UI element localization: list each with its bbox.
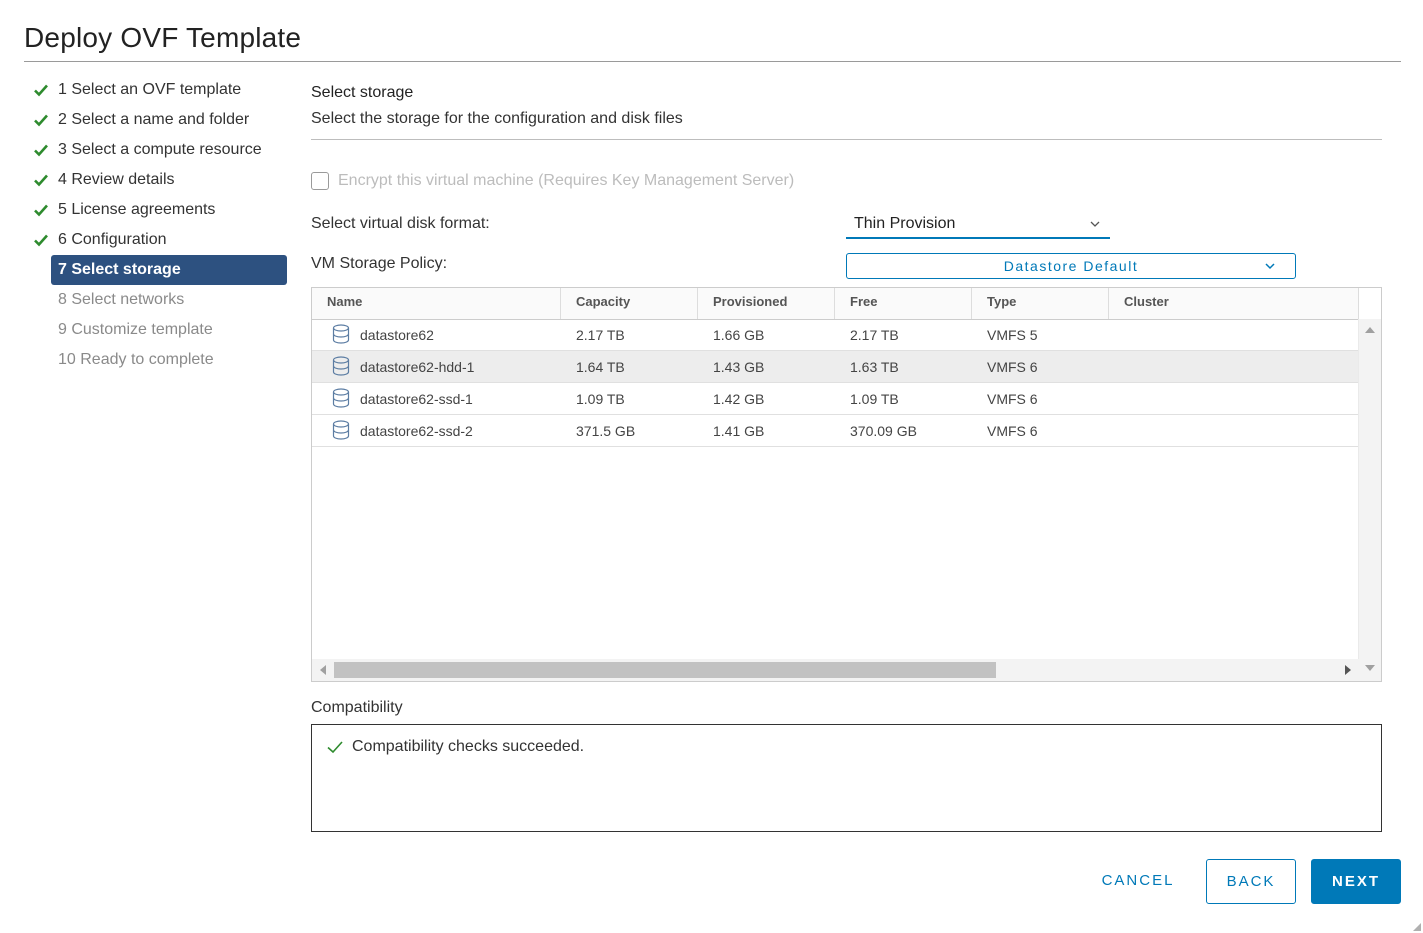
step-label: 7 Select storage (58, 261, 181, 278)
cell-provisioned: 1.42 GB (713, 391, 765, 407)
disk-format-label: Select virtual disk format: (311, 215, 490, 232)
database-icon (332, 356, 350, 376)
storage-policy-select[interactable]: Datastore Default (846, 253, 1296, 279)
datastore-name: datastore62-ssd-2 (360, 423, 473, 439)
step-7-active[interactable]: 7 Select storage (51, 255, 287, 285)
scroll-left-icon[interactable] (320, 665, 326, 675)
datastore-table: Name Capacity Provisioned Free Type Clus… (311, 287, 1382, 682)
step-10: 10 Ready to complete (30, 345, 290, 375)
database-icon (332, 324, 350, 344)
title-divider (24, 61, 1401, 62)
check-icon (327, 741, 343, 754)
compatibility-label: Compatibility (311, 699, 403, 716)
encrypt-option: Encrypt this virtual machine (Requires K… (311, 172, 794, 190)
chevron-down-icon (1265, 263, 1275, 270)
column-header-capacity[interactable]: Capacity (561, 288, 698, 319)
encrypt-checkbox[interactable] (311, 172, 329, 190)
scroll-right-icon[interactable] (1345, 665, 1351, 675)
column-header-cluster[interactable]: Cluster (1109, 288, 1359, 319)
page-subtitle: Select the storage for the configuration… (311, 110, 683, 127)
cell-cluster (1109, 351, 1124, 383)
cell-free: 1.09 TB (850, 391, 899, 407)
scroll-down-icon[interactable] (1365, 665, 1375, 671)
scroll-up-icon[interactable] (1365, 327, 1375, 333)
step-label: 3 Select a compute resource (58, 141, 262, 158)
step-label: 1 Select an OVF template (58, 81, 242, 98)
step-3[interactable]: 3 Select a compute resource (30, 135, 290, 165)
table-row[interactable]: datastore62-ssd-1 1.09 TB 1.42 GB 1.09 T… (312, 383, 1359, 415)
storage-policy-label: VM Storage Policy: (311, 255, 448, 272)
encrypt-label: Encrypt this virtual machine (Requires K… (338, 172, 795, 189)
step-label: 8 Select networks (58, 291, 185, 308)
step-label: 2 Select a name and folder (58, 111, 250, 128)
cell-cluster (1109, 319, 1124, 351)
back-button[interactable]: BACK (1206, 859, 1296, 904)
check-icon (34, 204, 48, 217)
disk-format-value: Thin Provision (854, 215, 956, 232)
check-icon (34, 114, 48, 127)
cell-capacity: 2.17 TB (576, 327, 625, 343)
column-header-name[interactable]: Name (312, 288, 561, 319)
column-header-provisioned[interactable]: Provisioned (698, 288, 835, 319)
step-label: 4 Review details (58, 171, 175, 188)
step-1[interactable]: 1 Select an OVF template (30, 75, 290, 105)
table-row[interactable]: datastore62-ssd-2 371.5 GB 1.41 GB 370.0… (312, 415, 1359, 447)
datastore-name: datastore62 (360, 327, 434, 343)
horizontal-scrollbar[interactable] (312, 659, 1359, 681)
cell-cluster (1109, 415, 1124, 447)
cell-capacity: 371.5 GB (576, 423, 636, 439)
cell-capacity: 1.09 TB (576, 391, 625, 407)
cell-cluster (1109, 383, 1124, 415)
section-divider (311, 139, 1382, 140)
vertical-scrollbar[interactable] (1358, 319, 1381, 681)
compatibility-text: Compatibility checks succeeded. (352, 738, 585, 755)
window-title: Deploy OVF Template (24, 22, 302, 53)
database-icon (332, 388, 350, 408)
table-header: Name Capacity Provisioned Free Type Clus… (312, 288, 1359, 320)
cell-provisioned: 1.41 GB (713, 423, 765, 439)
step-label: 10 Ready to complete (58, 351, 214, 368)
step-label: 5 License agreements (58, 201, 216, 218)
cancel-button[interactable]: CANCEL (1086, 859, 1190, 904)
compatibility-message: Compatibility checks succeeded. (326, 738, 584, 756)
chevron-down-icon (1090, 221, 1100, 227)
table-row-selected[interactable]: datastore62-hdd-1 1.64 TB 1.43 GB 1.63 T… (312, 351, 1359, 383)
cell-provisioned: 1.43 GB (713, 359, 765, 375)
storage-policy-value: Datastore Default (1003, 258, 1139, 274)
wizard-steps: 1 Select an OVF template 2 Select a name… (30, 75, 290, 375)
cell-free: 2.17 TB (850, 327, 899, 343)
table-row[interactable]: datastore62 2.17 TB 1.66 GB 2.17 TB VMFS… (312, 319, 1359, 351)
step-2[interactable]: 2 Select a name and folder (30, 105, 290, 135)
check-icon (34, 174, 48, 187)
cell-provisioned: 1.66 GB (713, 327, 765, 343)
cell-capacity: 1.64 TB (576, 359, 625, 375)
cell-type: VMFS 6 (987, 423, 1038, 439)
step-6[interactable]: 6 Configuration (30, 225, 290, 255)
cell-free: 1.63 TB (850, 359, 899, 375)
page-title: Select storage (311, 84, 414, 101)
check-icon (34, 234, 48, 247)
step-5[interactable]: 5 License agreements (30, 195, 290, 225)
step-label: 6 Configuration (58, 231, 167, 248)
cell-free: 370.09 GB (850, 423, 917, 439)
compatibility-panel: Compatibility checks succeeded. (311, 724, 1382, 832)
step-8: 8 Select networks (30, 285, 290, 315)
cell-type: VMFS 5 (987, 327, 1038, 343)
column-header-free[interactable]: Free (835, 288, 972, 319)
resize-handle-icon[interactable] (1413, 923, 1421, 931)
step-label: 9 Customize template (58, 321, 213, 338)
check-icon (34, 84, 48, 97)
database-icon (332, 420, 350, 440)
next-button[interactable]: NEXT (1311, 859, 1401, 904)
check-icon (34, 144, 48, 157)
step-4[interactable]: 4 Review details (30, 165, 290, 195)
datastore-name: datastore62-ssd-1 (360, 391, 473, 407)
datastore-name: datastore62-hdd-1 (360, 359, 475, 375)
step-9: 9 Customize template (30, 315, 290, 345)
horizontal-scroll-thumb[interactable] (334, 662, 996, 678)
cell-type: VMFS 6 (987, 391, 1038, 407)
disk-format-select[interactable]: Thin Provision (846, 211, 1110, 239)
cell-type: VMFS 6 (987, 359, 1038, 375)
column-header-type[interactable]: Type (972, 288, 1109, 319)
